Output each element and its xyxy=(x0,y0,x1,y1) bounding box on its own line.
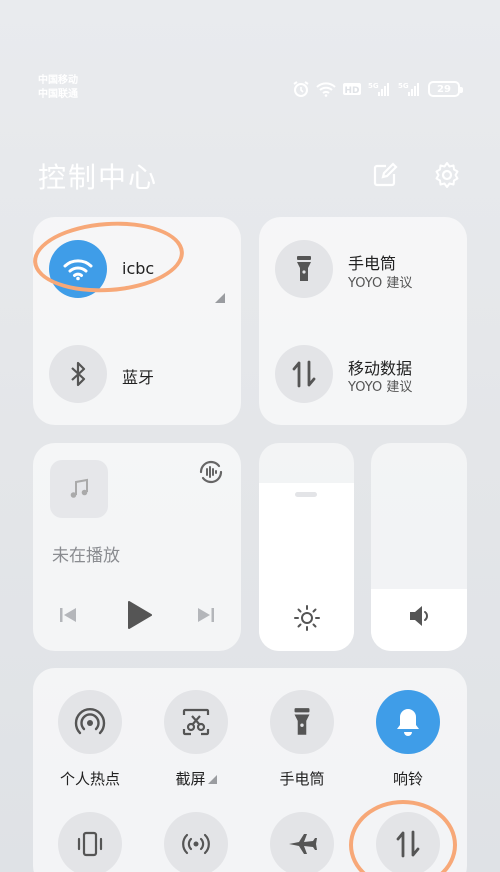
speaker-icon xyxy=(407,603,433,633)
alarm-icon xyxy=(292,80,310,98)
battery-icon: 29 xyxy=(428,81,463,97)
music-note-icon xyxy=(70,478,88,498)
ring-toggle[interactable] xyxy=(376,690,440,754)
hd-icon: HD xyxy=(342,81,362,97)
svg-text:HD: HD xyxy=(344,86,359,96)
media-status: 未在播放 xyxy=(52,546,120,566)
airplane-toggle[interactable] xyxy=(270,812,334,872)
flashlight-icon xyxy=(294,708,310,735)
flashlight-toggle[interactable] xyxy=(270,690,334,754)
previous-track-icon[interactable] xyxy=(58,605,78,629)
carrier-2: 中国联通 xyxy=(38,89,78,100)
flashlight-suggestion-sub: YOYO 建议 xyxy=(348,276,413,291)
5g-signal-icon: 5G xyxy=(368,81,392,97)
status-icons: HD 5G 5G 29 xyxy=(292,80,463,98)
screenshot-icon xyxy=(182,708,210,736)
page-title: 控制中心 xyxy=(38,161,159,194)
airplane-icon xyxy=(289,834,317,854)
expand-corner-icon[interactable] xyxy=(215,288,225,307)
audio-output-icon[interactable] xyxy=(196,457,226,491)
bell-icon xyxy=(397,709,419,736)
brightness-slider[interactable] xyxy=(259,443,354,651)
vibrate-icon xyxy=(77,831,103,857)
flashlight-suggestion-label: 手电筒 xyxy=(348,254,397,273)
carrier-1: 中国移动 xyxy=(38,75,78,86)
svg-text:5G: 5G xyxy=(368,82,379,90)
bluetooth-label: 蓝牙 xyxy=(122,368,155,387)
qs-label-screenshot-text: 截屏 xyxy=(175,770,206,788)
mobile-data-icon xyxy=(292,360,316,388)
volume-slider[interactable] xyxy=(371,443,467,651)
flashlight-suggestion-toggle[interactable] xyxy=(275,240,333,298)
qs-label-hotspot: 个人热点 xyxy=(59,770,120,788)
wifi-icon xyxy=(316,81,336,97)
slider-handle[interactable] xyxy=(295,492,317,497)
mobile-data-suggestion-sub: YOYO 建议 xyxy=(348,380,413,395)
album-art[interactable] xyxy=(50,460,108,518)
edit-icon[interactable] xyxy=(370,160,400,190)
play-icon[interactable] xyxy=(126,600,152,634)
mobile-data-suggestion-toggle[interactable] xyxy=(275,345,333,403)
5g-signal-icon: 5G xyxy=(398,81,422,97)
gear-icon[interactable] xyxy=(432,160,462,190)
next-track-icon[interactable] xyxy=(196,605,216,629)
vibrate-toggle[interactable] xyxy=(58,812,122,872)
hotspot-icon xyxy=(74,708,106,735)
bluetooth-toggle[interactable] xyxy=(49,345,107,403)
hotspot-toggle[interactable] xyxy=(58,690,122,754)
qs-label-screenshot: 截屏 xyxy=(151,768,241,789)
screenshot-toggle[interactable] xyxy=(164,690,228,754)
expand-corner-icon xyxy=(207,775,217,784)
bluetooth-icon xyxy=(71,361,86,387)
svg-text:5G: 5G xyxy=(398,82,409,90)
sun-icon xyxy=(292,603,322,637)
nfc-icon xyxy=(182,833,210,855)
qs-label-ring: 响铃 xyxy=(392,770,423,788)
qs-label-flashlight: 手电筒 xyxy=(279,770,325,788)
flashlight-icon xyxy=(297,256,311,281)
nfc-toggle[interactable] xyxy=(164,812,228,872)
carrier-info: 中国移动 中国联通 xyxy=(38,74,78,102)
